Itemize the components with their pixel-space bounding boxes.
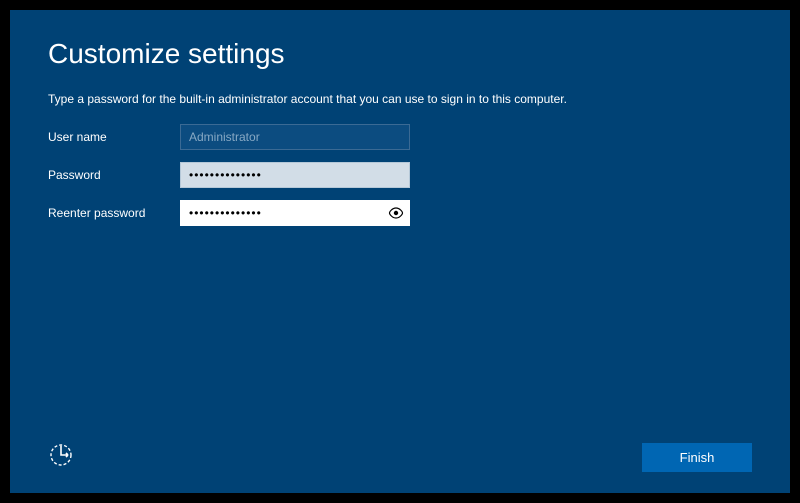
reenter-password-input[interactable] <box>180 200 410 226</box>
username-input[interactable] <box>180 124 410 150</box>
username-input-wrap <box>180 124 410 150</box>
reenter-label: Reenter password <box>48 206 180 220</box>
username-label: User name <box>48 130 180 144</box>
reenter-row: Reenter password <box>48 200 752 226</box>
spacer <box>48 238 752 442</box>
password-input[interactable] <box>180 162 410 188</box>
accessibility-icon[interactable] <box>48 442 74 473</box>
password-row: Password <box>48 162 752 188</box>
password-input-wrap <box>180 162 410 188</box>
footer: Finish <box>48 442 752 473</box>
finish-button[interactable]: Finish <box>642 443 752 472</box>
setup-window: Customize settings Type a password for t… <box>10 10 790 493</box>
page-title: Customize settings <box>48 38 752 70</box>
instruction-text: Type a password for the built-in adminis… <box>48 92 752 106</box>
password-label: Password <box>48 168 180 182</box>
username-row: User name <box>48 124 752 150</box>
reenter-input-wrap <box>180 200 410 226</box>
